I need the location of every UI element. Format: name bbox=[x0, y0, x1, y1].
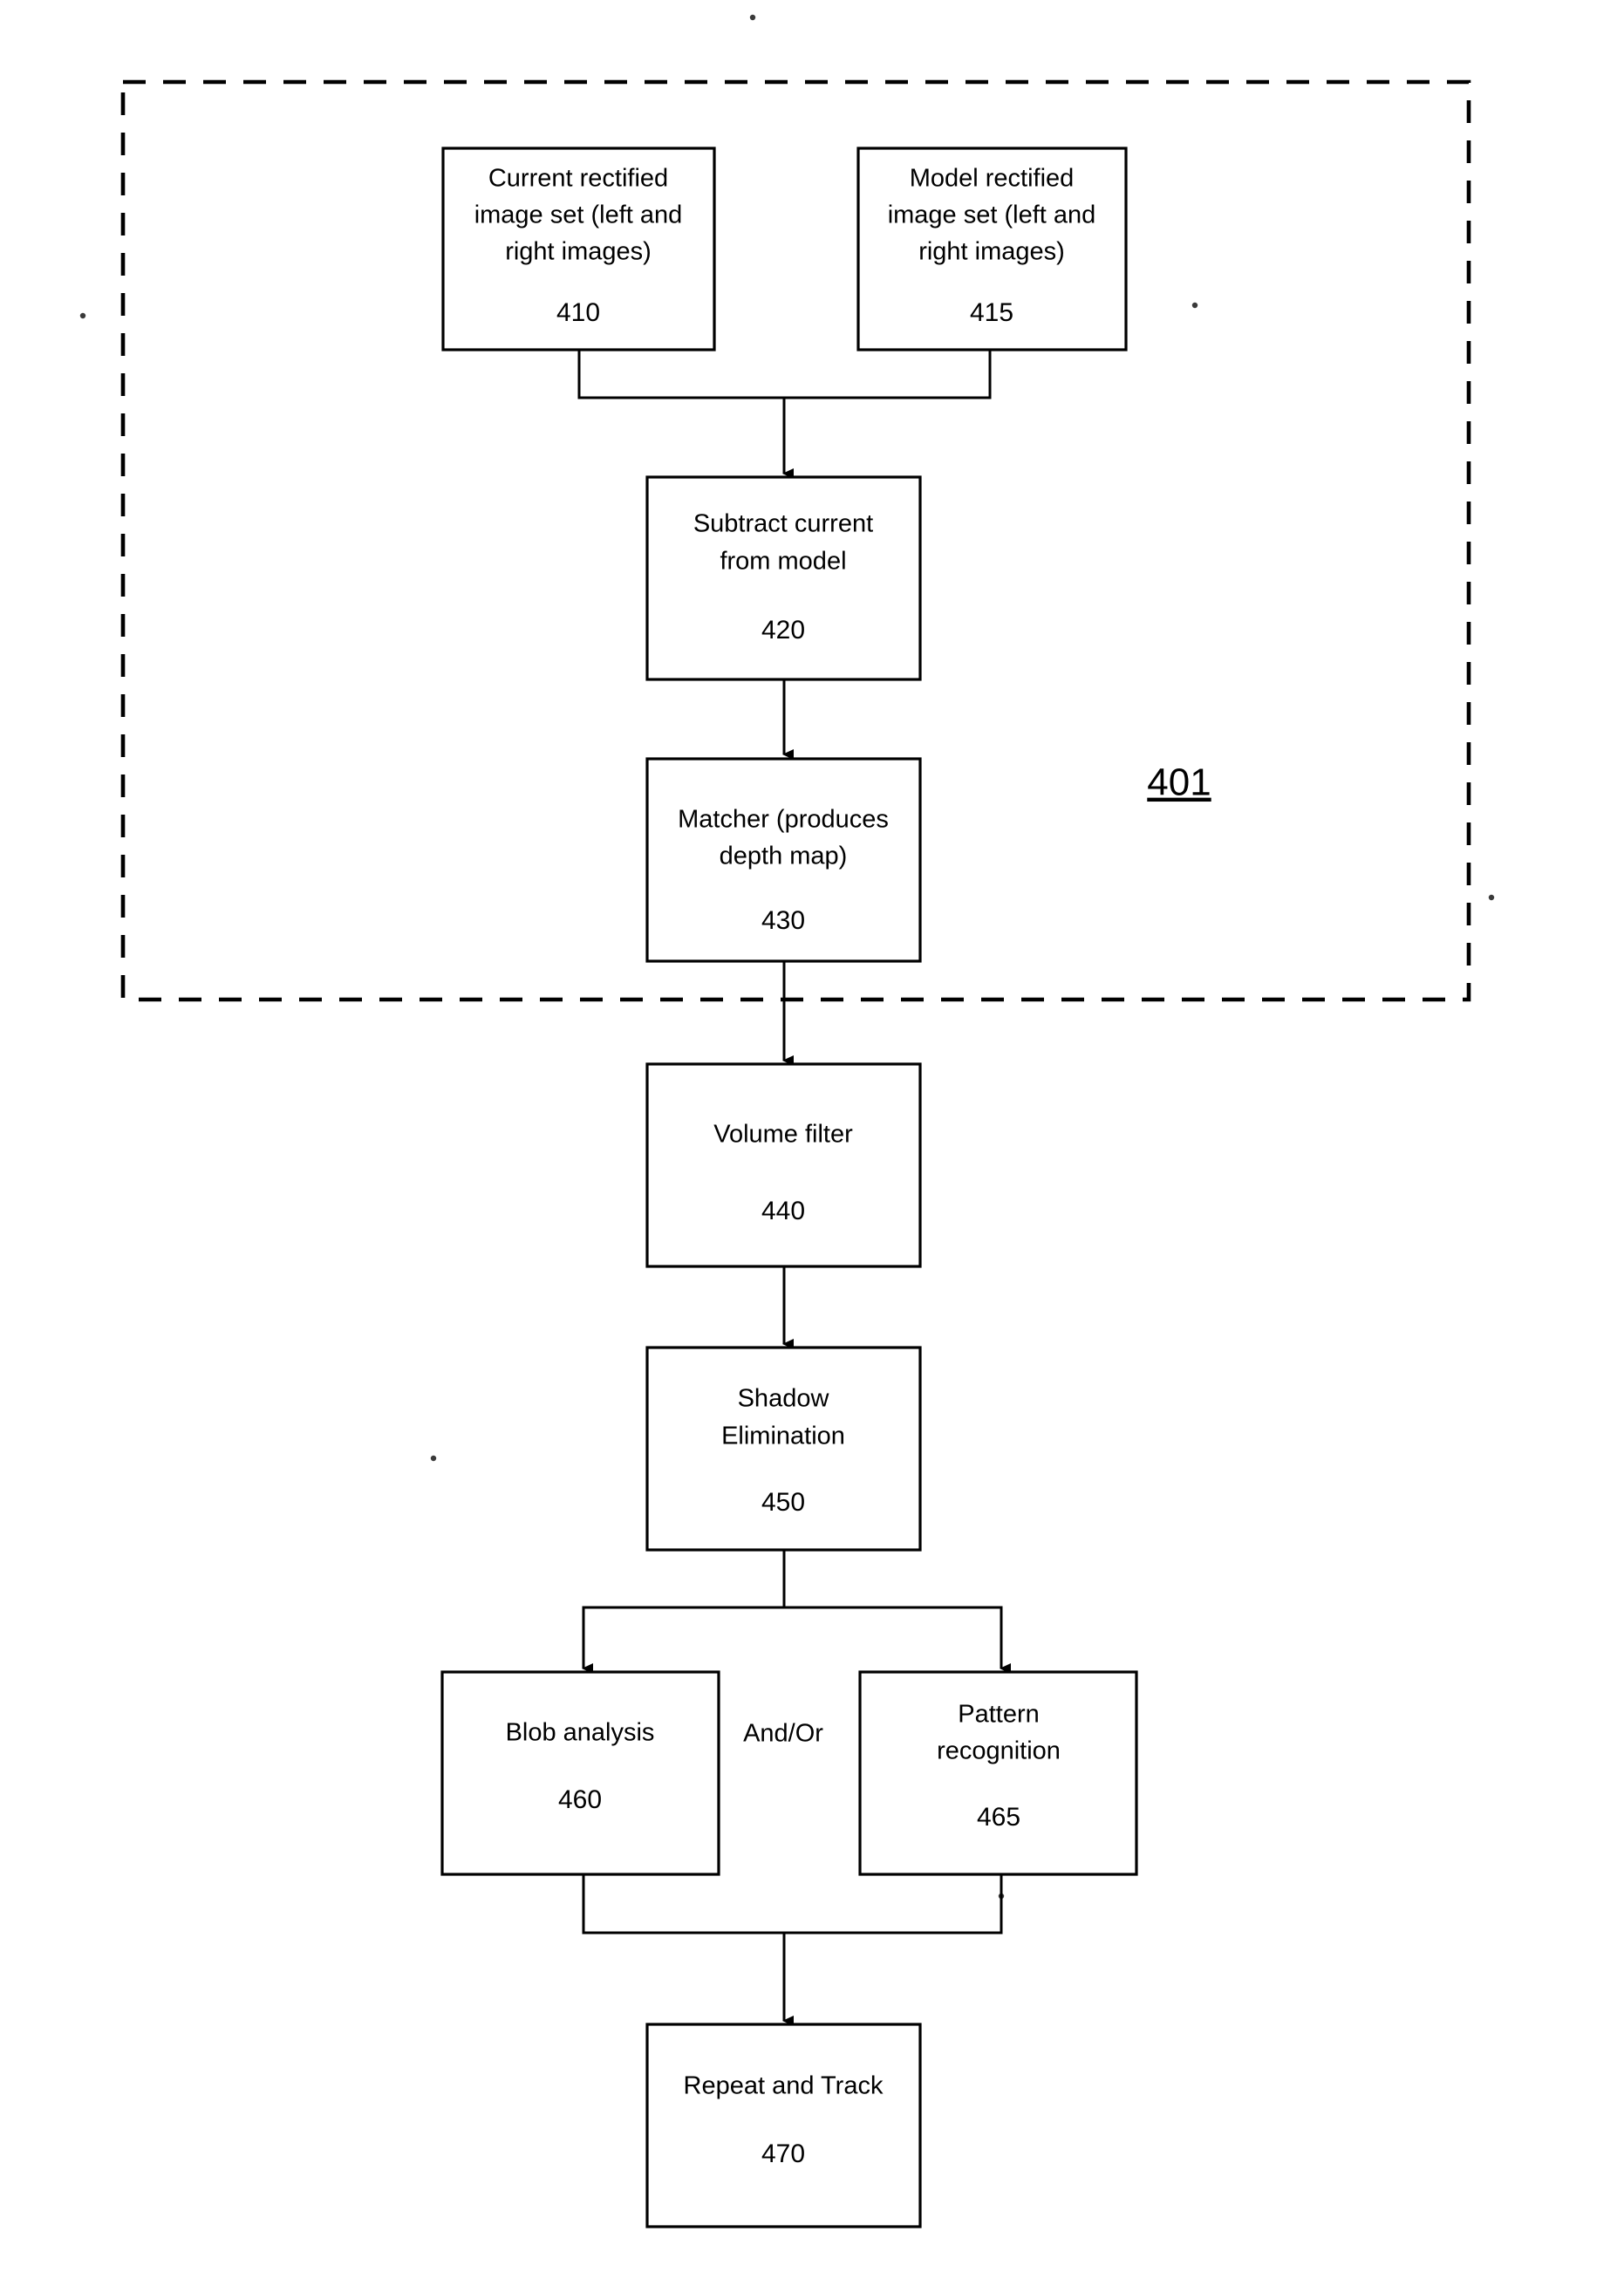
node-450-line-1: Shadow bbox=[738, 1385, 830, 1413]
node-415-line-3: right images) bbox=[918, 238, 1065, 266]
node-460-line-1: Blob analysis bbox=[506, 1719, 655, 1747]
node-415-line-1: Model rectified bbox=[910, 165, 1075, 193]
node-450-line-2: Elimination bbox=[721, 1423, 845, 1450]
node-450[interactable]: Shadow Elimination 450 bbox=[645, 1346, 922, 1552]
node-450-ref: 450 bbox=[761, 1488, 805, 1517]
node-410-ref: 410 bbox=[556, 298, 600, 327]
scan-speck bbox=[1488, 894, 1495, 901]
connector-450-to-460 bbox=[582, 1550, 786, 1674]
node-470[interactable]: Repeat and Track 470 bbox=[645, 2023, 922, 2228]
connector-450-to-465 bbox=[784, 1606, 1011, 1674]
node-415[interactable]: Model rectified image set (left and righ… bbox=[856, 147, 1128, 351]
node-440-box[interactable] bbox=[645, 1062, 922, 1268]
node-470-ref: 470 bbox=[761, 2139, 805, 2168]
figure-page: 401 Current rectified image set (left an… bbox=[0, 0, 1624, 2286]
node-465-line-1: Pattern bbox=[958, 1701, 1040, 1729]
node-415-line-2: image set (left and bbox=[888, 201, 1096, 229]
node-410[interactable]: Current rectified image set (left and ri… bbox=[441, 147, 716, 351]
node-420-ref: 420 bbox=[761, 616, 805, 645]
scan-speck bbox=[79, 312, 86, 319]
scan-speck bbox=[749, 14, 756, 21]
node-440-line-1: Volume filter bbox=[713, 1121, 853, 1149]
node-430-line-2: depth map) bbox=[720, 843, 848, 870]
node-420-line-2: from model bbox=[720, 548, 846, 576]
node-470-box[interactable] bbox=[645, 2023, 922, 2228]
node-440[interactable]: Volume filter 440 bbox=[645, 1062, 922, 1268]
node-460[interactable]: Blob analysis 460 bbox=[440, 1670, 720, 1876]
node-460-ref: 460 bbox=[558, 1785, 602, 1814]
node-420-line-1: Subtract current bbox=[693, 510, 873, 538]
node-465[interactable]: Pattern recognition 465 bbox=[858, 1670, 1138, 1876]
node-470-line-1: Repeat and Track bbox=[684, 2072, 884, 2100]
node-430-ref: 430 bbox=[761, 906, 805, 935]
scan-speck bbox=[430, 1455, 437, 1462]
connector-460-465-merge bbox=[582, 1874, 1003, 1935]
connector-410-415-merge bbox=[577, 350, 992, 399]
edge-label-and-or: And/Or bbox=[743, 1720, 823, 1748]
node-410-line-2: image set (left and bbox=[474, 201, 683, 229]
scan-speck bbox=[1191, 302, 1198, 309]
node-465-ref: 465 bbox=[977, 1803, 1020, 1832]
group-label-401: 401 bbox=[1147, 761, 1211, 804]
node-465-line-2: recognition bbox=[937, 1737, 1061, 1765]
node-420-box[interactable] bbox=[645, 475, 922, 681]
node-440-ref: 440 bbox=[761, 1197, 805, 1225]
node-410-line-3: right images) bbox=[505, 238, 652, 266]
node-415-ref: 415 bbox=[970, 298, 1013, 327]
node-460-box[interactable] bbox=[440, 1670, 720, 1876]
flowchart-canvas: 401 Current rectified image set (left an… bbox=[79, 14, 1495, 2228]
node-410-line-1: Current rectified bbox=[488, 165, 668, 193]
node-420[interactable]: Subtract current from model 420 bbox=[645, 475, 922, 681]
node-430[interactable]: Matcher (produces depth map) 430 bbox=[645, 757, 922, 963]
node-430-line-1: Matcher (produces bbox=[678, 806, 889, 834]
